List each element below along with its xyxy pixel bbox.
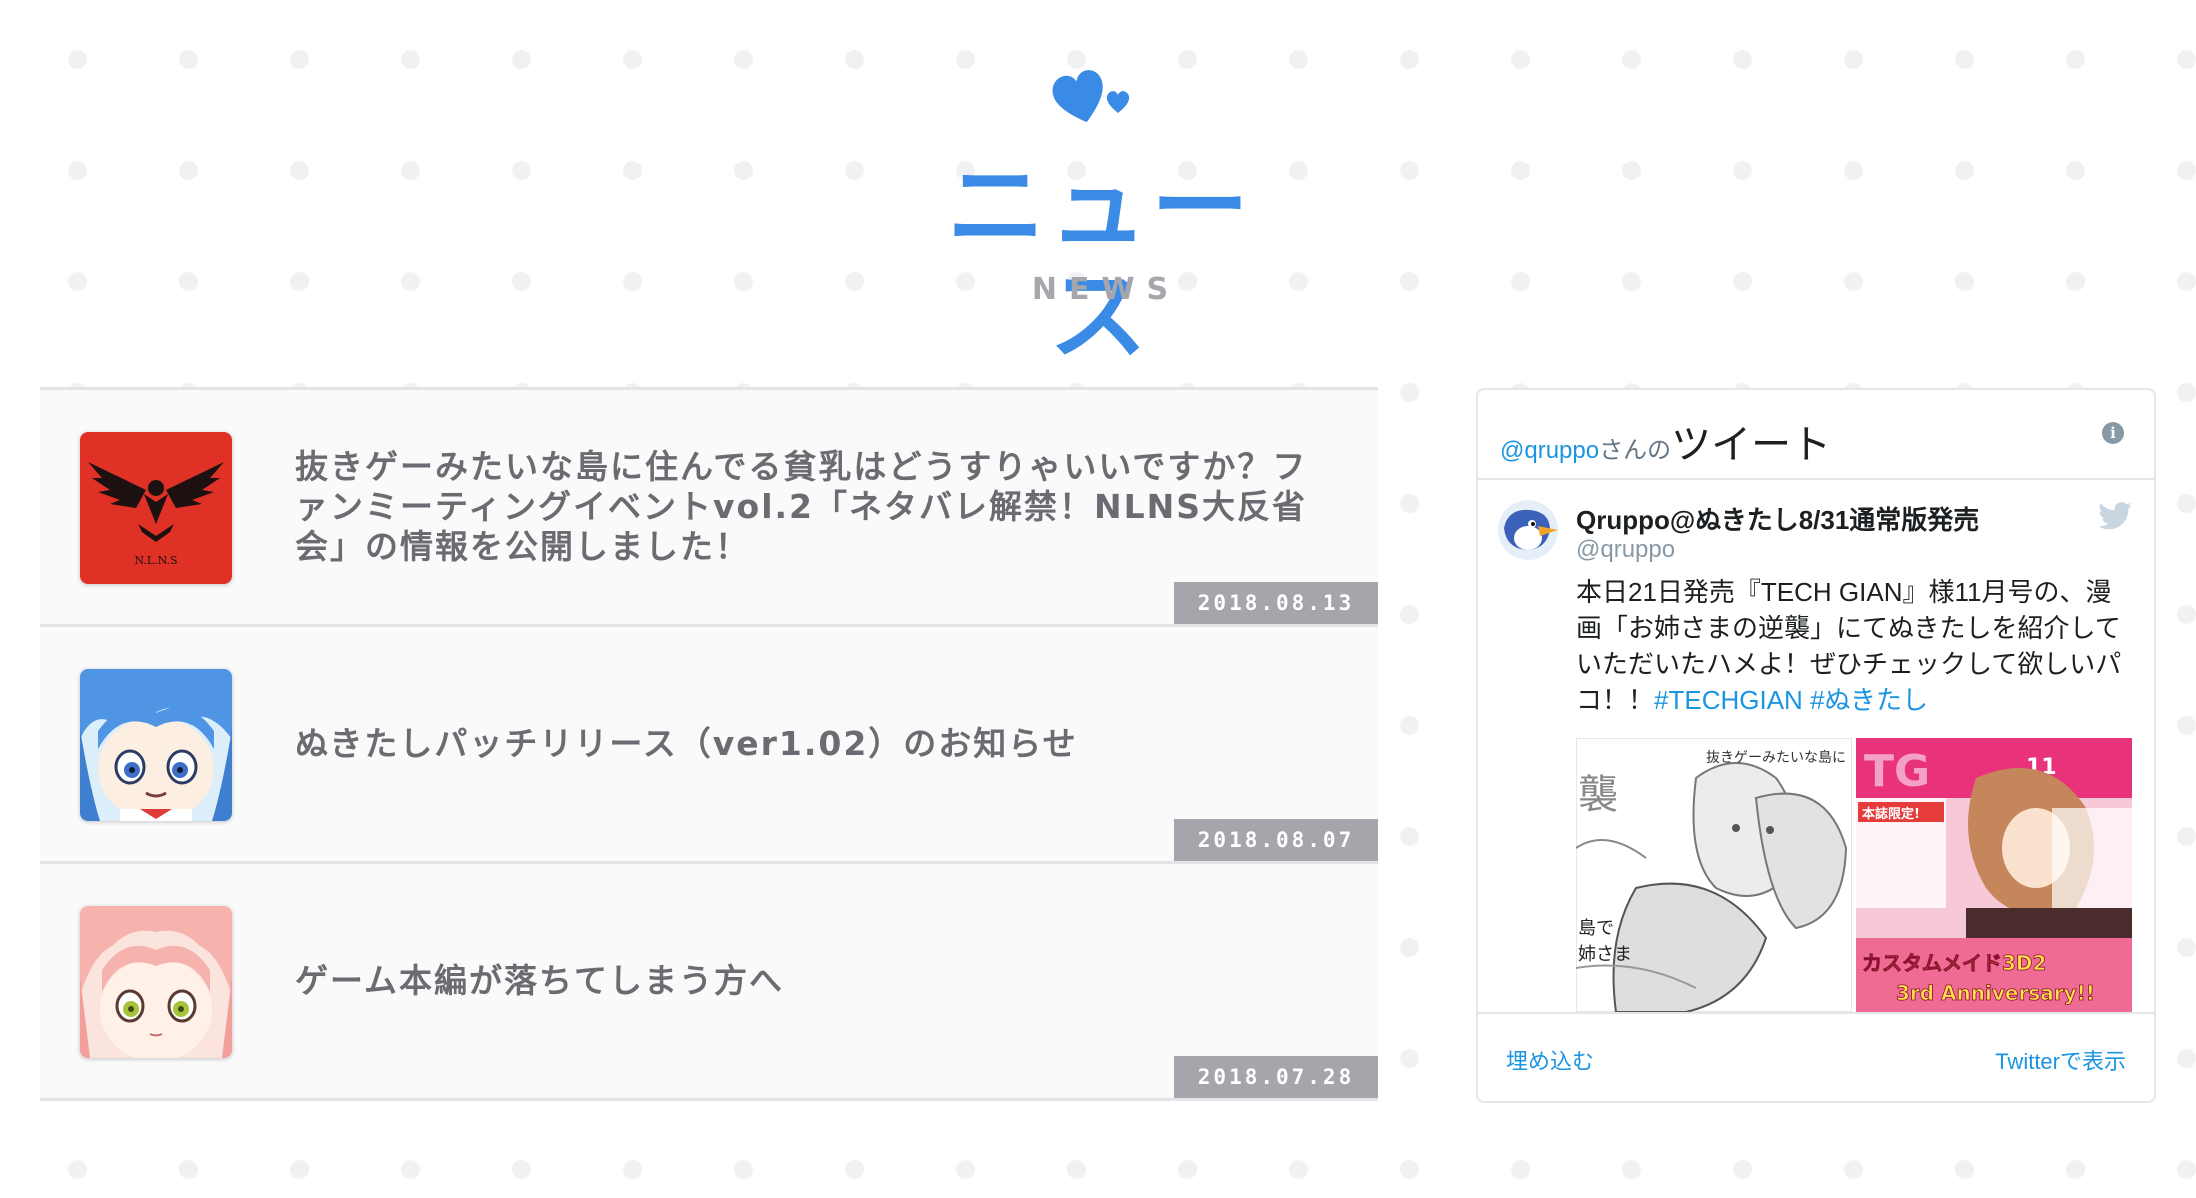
news-item[interactable]: ぬきたしパッチリリース（ver1.02）のお知らせ 2018.08.07 <box>40 627 1378 864</box>
hashtag-link[interactable]: #ぬきたし <box>1810 685 1928 715</box>
embed-link[interactable]: 埋め込む <box>1506 1044 1594 1076</box>
news-thumbnail-pink-hair-character[interactable] <box>80 906 232 1058</box>
info-icon[interactable]: i <box>2102 422 2124 444</box>
date-badge: 2018.08.13 <box>1174 582 1378 624</box>
view-on-twitter-link[interactable]: Twitterで表示 <box>1995 1044 2126 1076</box>
twitter-timeline-widget: @qruppoさんのツイート i Qruppo@ぬきたし8/31通常版発売 @q… <box>1476 388 2156 1103</box>
manga-bubble-text-2: 姉さま <box>1578 944 1632 965</box>
news-title-link[interactable]: ゲーム本編が落ちてしまう方へ <box>295 922 1335 1040</box>
page-subtitle: NEWS <box>1031 272 1181 307</box>
magazine-title: カスタムメイド3D2 <box>1862 951 2046 975</box>
avatar[interactable] <box>1498 500 1558 560</box>
date-badge: 2018.08.07 <box>1174 819 1378 861</box>
twitter-title-tweet: ツイート <box>1671 423 1832 467</box>
tweet-author-handle[interactable]: @qruppo <box>1576 536 1675 564</box>
tweet-author-name[interactable]: Qruppo@ぬきたし8/31通常版発売 <box>1576 500 1979 537</box>
twitter-bird-icon[interactable] <box>2098 502 2132 530</box>
news-header: ニュース NEWS <box>0 55 2196 372</box>
magazine-subtitle: 3rd Anniversary!! <box>1896 981 2095 1005</box>
manga-side-text: 襲 <box>1578 772 1618 818</box>
manga-caption: 抜きゲーみたいな島に <box>1706 750 1846 766</box>
news-list: N.L.N.S 抜きゲーみたいな島に住んでる貧乳はどうすりゃいいですか？ファンミ… <box>40 387 1378 1101</box>
news-title-link[interactable]: 抜きゲーみたいな島に住んでる貧乳はどうすりゃいいですか？ファンミーティングイベン… <box>295 447 1335 566</box>
twitter-widget-title: @qruppoさんのツイート <box>1500 412 1831 470</box>
svg-text:TG: TG <box>1864 746 1930 797</box>
magazine-badge: 本誌限定! <box>1862 806 1920 822</box>
news-item[interactable]: N.L.N.S 抜きゲーみたいな島に住んでる貧乳はどうすりゃいいですか？ファンミ… <box>40 390 1378 627</box>
date-badge: 2018.07.28 <box>1174 1056 1378 1098</box>
tweet-image-manga[interactable]: 抜きゲーみたいな島に 襲 島で 姉さま <box>1576 738 1852 1012</box>
tweet-text: 本日21日発売『TECH GIAN』様11月号の、漫画「お姉さまの逆襲」にてぬき… <box>1576 574 2136 718</box>
page-title: ニュース <box>946 150 1253 374</box>
twitter-widget-header: @qruppoさんのツイート i <box>1478 390 2154 480</box>
twitter-title-suffix: さんの <box>1599 437 1672 464</box>
tweet-media[interactable]: 抜きゲーみたいな島に 襲 島で 姉さま TG 11 本誌限定! カスタムメイド3… <box>1576 738 2132 1012</box>
hashtag-link[interactable]: #TECHGIAN <box>1654 685 1803 715</box>
heart-icon <box>1052 70 1130 123</box>
manga-bubble-text-1: 島で <box>1578 918 1614 939</box>
news-thumbnail-blue-hair-character[interactable] <box>80 669 232 821</box>
thumb-logo-text: N.L.N.S <box>134 554 177 567</box>
news-thumbnail-nlns-logo[interactable]: N.L.N.S <box>80 432 232 584</box>
tweet-image-magazine[interactable]: TG 11 本誌限定! カスタムメイド3D2 3rd Anniversary!! <box>1856 738 2132 1012</box>
twitter-widget-footer: 埋め込む Twitterで表示 <box>1478 1012 2154 1101</box>
news-title-link[interactable]: ぬきたしパッチリリース（ver1.02）のお知らせ <box>295 685 1335 803</box>
twitter-handle-link[interactable]: @qruppo <box>1500 437 1599 464</box>
news-item[interactable]: ゲーム本編が落ちてしまう方へ 2018.07.28 <box>40 864 1378 1101</box>
